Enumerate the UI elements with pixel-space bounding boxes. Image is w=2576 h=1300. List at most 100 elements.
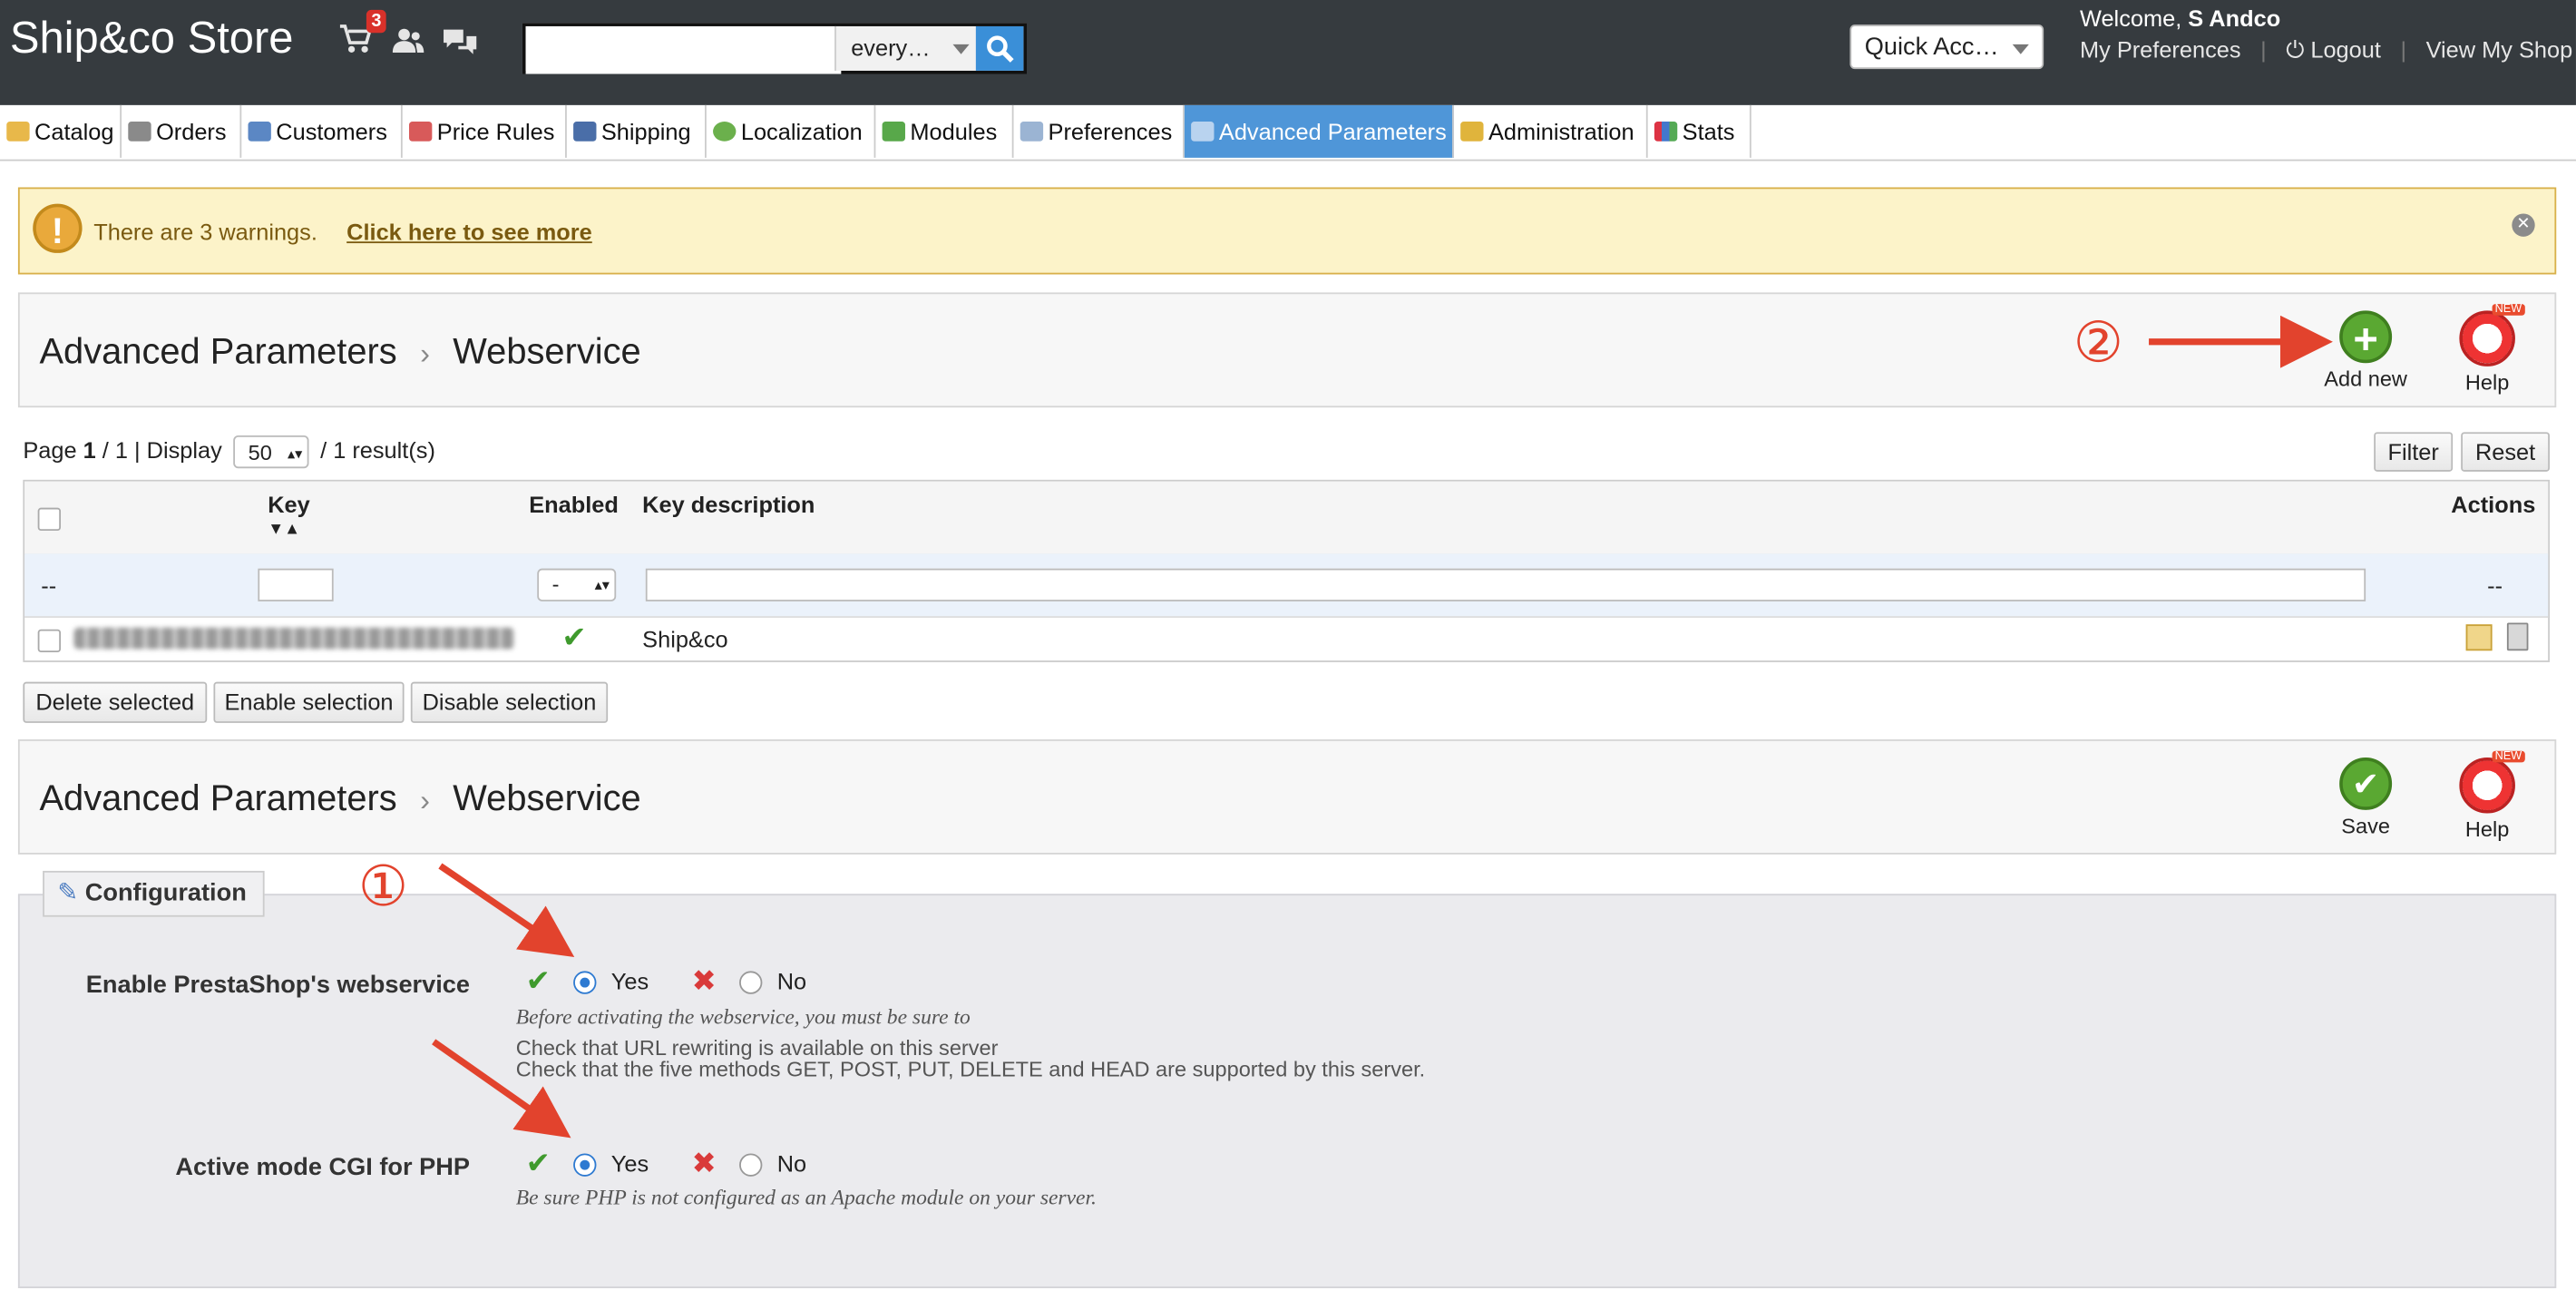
top-header: Ship&co Store 3 every… Quick Acc… Welcom… (0, 0, 2576, 105)
breadcrumb-parent[interactable]: Advanced Parameters (39, 330, 396, 371)
logout-link[interactable]: Logout (2310, 36, 2381, 63)
tab-orders[interactable]: Orders (122, 104, 242, 158)
select-all-checkbox[interactable] (37, 507, 62, 532)
enabled-filter-value: - (551, 572, 560, 597)
tab-label: Price Rules (436, 118, 555, 145)
tab-price-rules[interactable]: Price Rules (403, 104, 567, 158)
filter-button[interactable]: Filter (2374, 432, 2454, 472)
close-icon[interactable]: ✕ (2512, 213, 2535, 237)
enabled-check-icon[interactable]: ✔ (561, 621, 586, 656)
new-badge: NEW (2491, 750, 2525, 763)
yes-check-icon: ✔ (525, 964, 551, 998)
delete-selected-button[interactable]: Delete selected (23, 681, 208, 723)
table-header: Key ▼▲ Enabled Key description Actions (24, 481, 2549, 556)
search-input[interactable] (525, 25, 842, 74)
help-button[interactable]: NEW Help (2430, 750, 2545, 842)
webservice-no-radio[interactable] (739, 971, 763, 994)
help-label: Help (2464, 816, 2510, 842)
breadcrumb-parent[interactable]: Advanced Parameters (39, 777, 396, 818)
annotation-step-2: ② (2073, 310, 2123, 376)
header-links: My Preferences | ⏻ Logout | View My Shop (2080, 36, 2572, 64)
warning-text: There are 3 warnings. (93, 218, 317, 245)
tab-advanced-parameters[interactable]: Advanced Parameters (1184, 104, 1454, 158)
actions-filter-placeholder: -- (2487, 572, 2503, 599)
chevron-right-icon: › (420, 337, 430, 370)
tab-shipping[interactable]: Shipping (567, 104, 707, 158)
folder-icon (6, 122, 30, 142)
no-cross-icon: ✖ (691, 964, 717, 998)
messages-icon[interactable] (442, 28, 478, 59)
row-checkbox[interactable] (37, 629, 62, 653)
warning-see-more-link[interactable]: Click here to see more (346, 219, 592, 245)
no-cross-icon: ✖ (691, 1147, 717, 1180)
cgi-no-label[interactable]: No (777, 1150, 806, 1177)
webservice-yes-radio[interactable] (573, 971, 597, 994)
add-new-label: Add new (2324, 366, 2407, 392)
search-box: every… (522, 23, 1027, 74)
chevron-right-icon: › (420, 783, 430, 817)
column-key: Key ▼▲ (268, 492, 310, 540)
preferences-icon (1020, 122, 1044, 142)
enabled-filter-select[interactable]: - ▴▾ (537, 568, 617, 601)
description-filter-input[interactable] (645, 568, 2366, 601)
tab-administration[interactable]: Administration (1454, 104, 1648, 158)
enable-selection-button[interactable]: Enable selection (213, 681, 405, 723)
cart-count-badge: 3 (366, 9, 386, 34)
page-total: / 1 | Display (102, 436, 222, 464)
power-icon: ⏻ (2286, 35, 2305, 63)
checkmark-icon: ✔ (2339, 757, 2393, 810)
tab-label: Modules (910, 118, 998, 145)
cgi-no-radio[interactable] (739, 1153, 763, 1177)
column-description: Key description (642, 491, 815, 518)
tab-preferences[interactable]: Preferences (1014, 104, 1185, 158)
webservice-yes-label[interactable]: Yes (611, 968, 649, 994)
quick-access-select[interactable]: Quick Acc… (1849, 24, 2044, 70)
tab-modules[interactable]: Modules (875, 104, 1014, 158)
customer-icon (248, 122, 271, 142)
help-button[interactable]: NEW Help (2430, 304, 2545, 395)
search-button[interactable] (975, 25, 1024, 71)
tab-catalog[interactable]: Catalog (0, 104, 122, 158)
key-filter-input[interactable] (258, 568, 334, 601)
delete-icon[interactable] (2506, 622, 2529, 651)
customers-icon[interactable] (391, 28, 427, 59)
cgi-yes-label[interactable]: Yes (611, 1150, 649, 1177)
disable-selection-button[interactable]: Disable selection (410, 681, 609, 723)
tab-stats[interactable]: Stats (1648, 104, 1751, 158)
search-scope-select[interactable]: every… (834, 25, 980, 71)
filter-placeholder: -- (41, 572, 57, 599)
help-label: Help (2464, 369, 2510, 395)
key-icon (1460, 122, 1484, 142)
per-page-select[interactable]: 50 ▴▾ (233, 435, 309, 469)
tab-label: Localization (740, 118, 863, 145)
tab-label: Orders (156, 118, 227, 145)
plus-icon: + (2339, 310, 2393, 364)
webservice-label: Enable PrestaShop's webservice (85, 971, 471, 1000)
configuration-fieldset (17, 894, 2557, 1288)
options-toolbar: Advanced Parameters › Webservice ✔ Save NE… (17, 739, 2557, 855)
view-my-shop-link[interactable]: View My Shop (2426, 36, 2573, 63)
add-new-button[interactable]: + Add new (2308, 310, 2424, 391)
my-preferences-link[interactable]: My Preferences (2080, 36, 2241, 63)
edit-icon[interactable] (2465, 624, 2493, 651)
cgi-yes-radio[interactable] (573, 1153, 597, 1177)
reset-button[interactable]: Reset (2461, 432, 2550, 472)
shop-brand[interactable]: Ship&co Store (10, 13, 294, 64)
lifebuoy-icon: NEW (2459, 304, 2525, 367)
welcome-prefix: Welcome, (2079, 5, 2182, 32)
tab-label: Preferences (1048, 118, 1173, 145)
annotation-step-1: ① (357, 854, 409, 921)
tab-localization[interactable]: Localization (707, 104, 876, 158)
stepper-icon: ▴▾ (594, 576, 610, 593)
webservice-hint: Before activating the webservice, you mu… (515, 1003, 971, 1029)
breadcrumb-current: Webservice (453, 330, 641, 372)
tab-label: Advanced Parameters (1218, 118, 1447, 145)
cart-icon (128, 122, 151, 142)
cgi-mode-label: Active mode CGI for PHP (175, 1153, 471, 1182)
tab-label: Customers (276, 118, 387, 145)
tab-customers[interactable]: Customers (241, 104, 403, 158)
sort-icon[interactable]: ▼▲ (268, 521, 310, 539)
tab-label: Catalog (34, 118, 114, 145)
webservice-no-label[interactable]: No (777, 968, 806, 994)
save-button[interactable]: ✔ Save (2308, 757, 2424, 838)
